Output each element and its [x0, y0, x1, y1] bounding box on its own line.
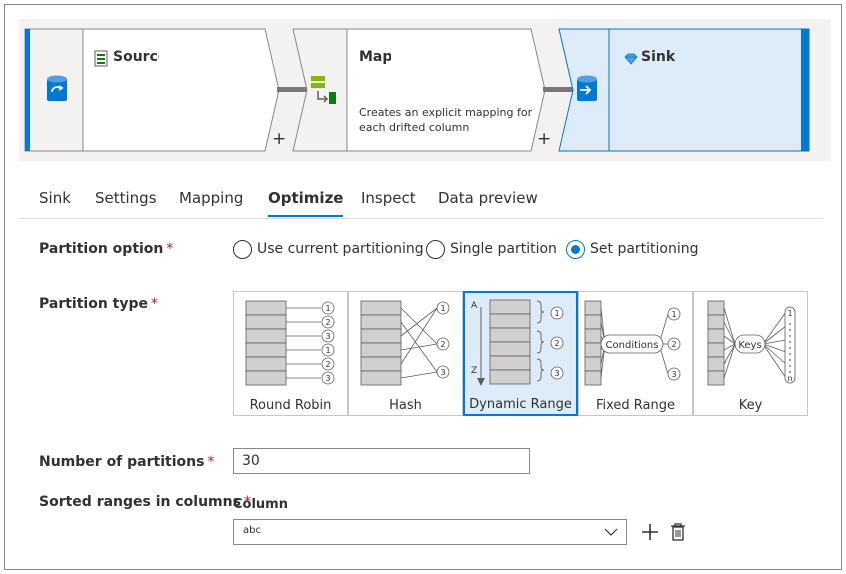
radio-label: Set partitioning: [590, 241, 699, 257]
svg-text:2: 2: [671, 340, 676, 349]
add-column-icon[interactable]: [641, 523, 659, 541]
svg-text:Z: Z: [471, 366, 477, 376]
tile-label: Round Robin: [249, 398, 332, 413]
flow-shapes: [24, 28, 810, 152]
partition-tile-fixed-range[interactable]: Conditions 1 2 3 Fixed Range: [578, 291, 693, 416]
svg-text:2: 2: [554, 339, 559, 348]
settings-tab-bar: Sink Settings Mapping Optimize Inspect D…: [19, 175, 823, 219]
table-source-icon: [94, 50, 108, 67]
svg-text:2: 2: [325, 360, 330, 369]
svg-text:A: A: [471, 301, 478, 311]
add-after-source-button[interactable]: +: [272, 131, 286, 148]
radio-label: Use current partitioning: [257, 241, 424, 257]
partition-tile-dynamic-range[interactable]: A Z 1 2 3 Dynamic Range: [463, 291, 578, 416]
required-mark: *: [207, 454, 215, 470]
svg-text:1: 1: [325, 346, 330, 355]
key-diagram-icon: Keys 1 n: [707, 300, 796, 386]
svg-text:2: 2: [325, 318, 330, 327]
svg-text:n: n: [787, 374, 792, 383]
tile-label: Dynamic Range: [469, 397, 572, 412]
radio-single-partition[interactable]: Single partition: [426, 238, 557, 260]
column-select-value: abc: [243, 525, 261, 536]
source-node-title[interactable]: Source: [113, 49, 159, 65]
radio-set-partitioning[interactable]: Set partitioning: [566, 238, 699, 260]
svg-text:1: 1: [440, 304, 445, 313]
svg-text:1: 1: [554, 309, 559, 318]
svg-text:Keys: Keys: [738, 340, 761, 351]
partition-type-label: Partition type *: [39, 296, 159, 312]
sorted-ranges-label: Sorted ranges in columns *: [39, 494, 251, 510]
tab-data-preview[interactable]: Data preview: [438, 189, 538, 207]
partition-tile-key[interactable]: Keys 1 n Key: [693, 291, 808, 416]
svg-text:3: 3: [325, 374, 330, 383]
map-node-description-line1: Creates an explicit mapping for: [359, 106, 533, 119]
number-of-partitions-label: Number of partitions *: [39, 454, 215, 470]
map-node-description-line2: each drifted column: [359, 121, 470, 134]
partition-tile-round-robin[interactable]: 1 2 3 1 2 3 Round Robin: [233, 291, 348, 416]
partition-type-tiles: 1 2 3 1 2 3 Round Robin 1 2 3 Hash A Z 1…: [233, 291, 808, 416]
map-node-title[interactable]: Map: [359, 49, 391, 65]
database-icon: [47, 75, 67, 101]
tab-inspect[interactable]: Inspect: [361, 189, 416, 207]
svg-text:3: 3: [671, 370, 676, 379]
add-after-map-button[interactable]: +: [537, 131, 551, 148]
delete-trash-icon[interactable]: [670, 522, 686, 542]
radio-use-current-partitioning[interactable]: Use current partitioning: [233, 238, 424, 260]
partition-tile-hash[interactable]: 1 2 3 Hash: [348, 291, 463, 416]
svg-text:1: 1: [671, 310, 676, 319]
fixed-range-diagram-icon: Conditions 1 2 3: [584, 300, 681, 386]
dataflow-canvas: Source + Map Creates an explicit mapping…: [19, 19, 831, 161]
sink-database-icon: [577, 75, 597, 101]
round-robin-diagram-icon: 1 2 3 1 2 3: [245, 300, 335, 386]
tab-sink[interactable]: Sink: [39, 189, 71, 207]
required-mark: *: [166, 241, 174, 257]
dynamic-range-diagram-icon: A Z 1 2 3: [471, 299, 564, 386]
tile-label: Fixed Range: [595, 398, 676, 413]
chevron-down-icon: [604, 528, 618, 536]
hash-diagram-icon: 1 2 3: [360, 300, 450, 386]
svg-text:1: 1: [325, 304, 330, 313]
tab-settings[interactable]: Settings: [95, 189, 157, 207]
svg-text:3: 3: [554, 369, 559, 378]
radio-circle[interactable]: [426, 239, 445, 259]
column-header: Column: [233, 497, 288, 512]
required-mark: *: [151, 296, 159, 312]
svg-text:3: 3: [325, 332, 330, 341]
sink-node-title[interactable]: Sink: [641, 49, 675, 65]
tab-mapping[interactable]: Mapping: [179, 189, 243, 207]
svg-text:1: 1: [787, 309, 792, 318]
partition-option-label: Partition option *: [39, 241, 174, 257]
radio-label: Single partition: [450, 241, 557, 257]
column-select[interactable]: abc: [233, 519, 627, 545]
radio-circle[interactable]: [233, 239, 252, 259]
tab-optimize[interactable]: Optimize: [268, 189, 344, 217]
derived-column-icon: [311, 76, 336, 104]
tile-label: Hash: [389, 398, 422, 413]
svg-text:3: 3: [440, 368, 445, 377]
number-of-partitions-input[interactable]: [233, 448, 530, 474]
radio-circle-selected[interactable]: [566, 239, 585, 259]
tile-label: Key: [738, 398, 763, 413]
svg-text:Conditions: Conditions: [606, 340, 659, 351]
dataflow-editor: Source + Map Creates an explicit mapping…: [4, 4, 842, 570]
svg-text:2: 2: [440, 340, 445, 349]
sink-diamond-icon: [624, 53, 638, 65]
